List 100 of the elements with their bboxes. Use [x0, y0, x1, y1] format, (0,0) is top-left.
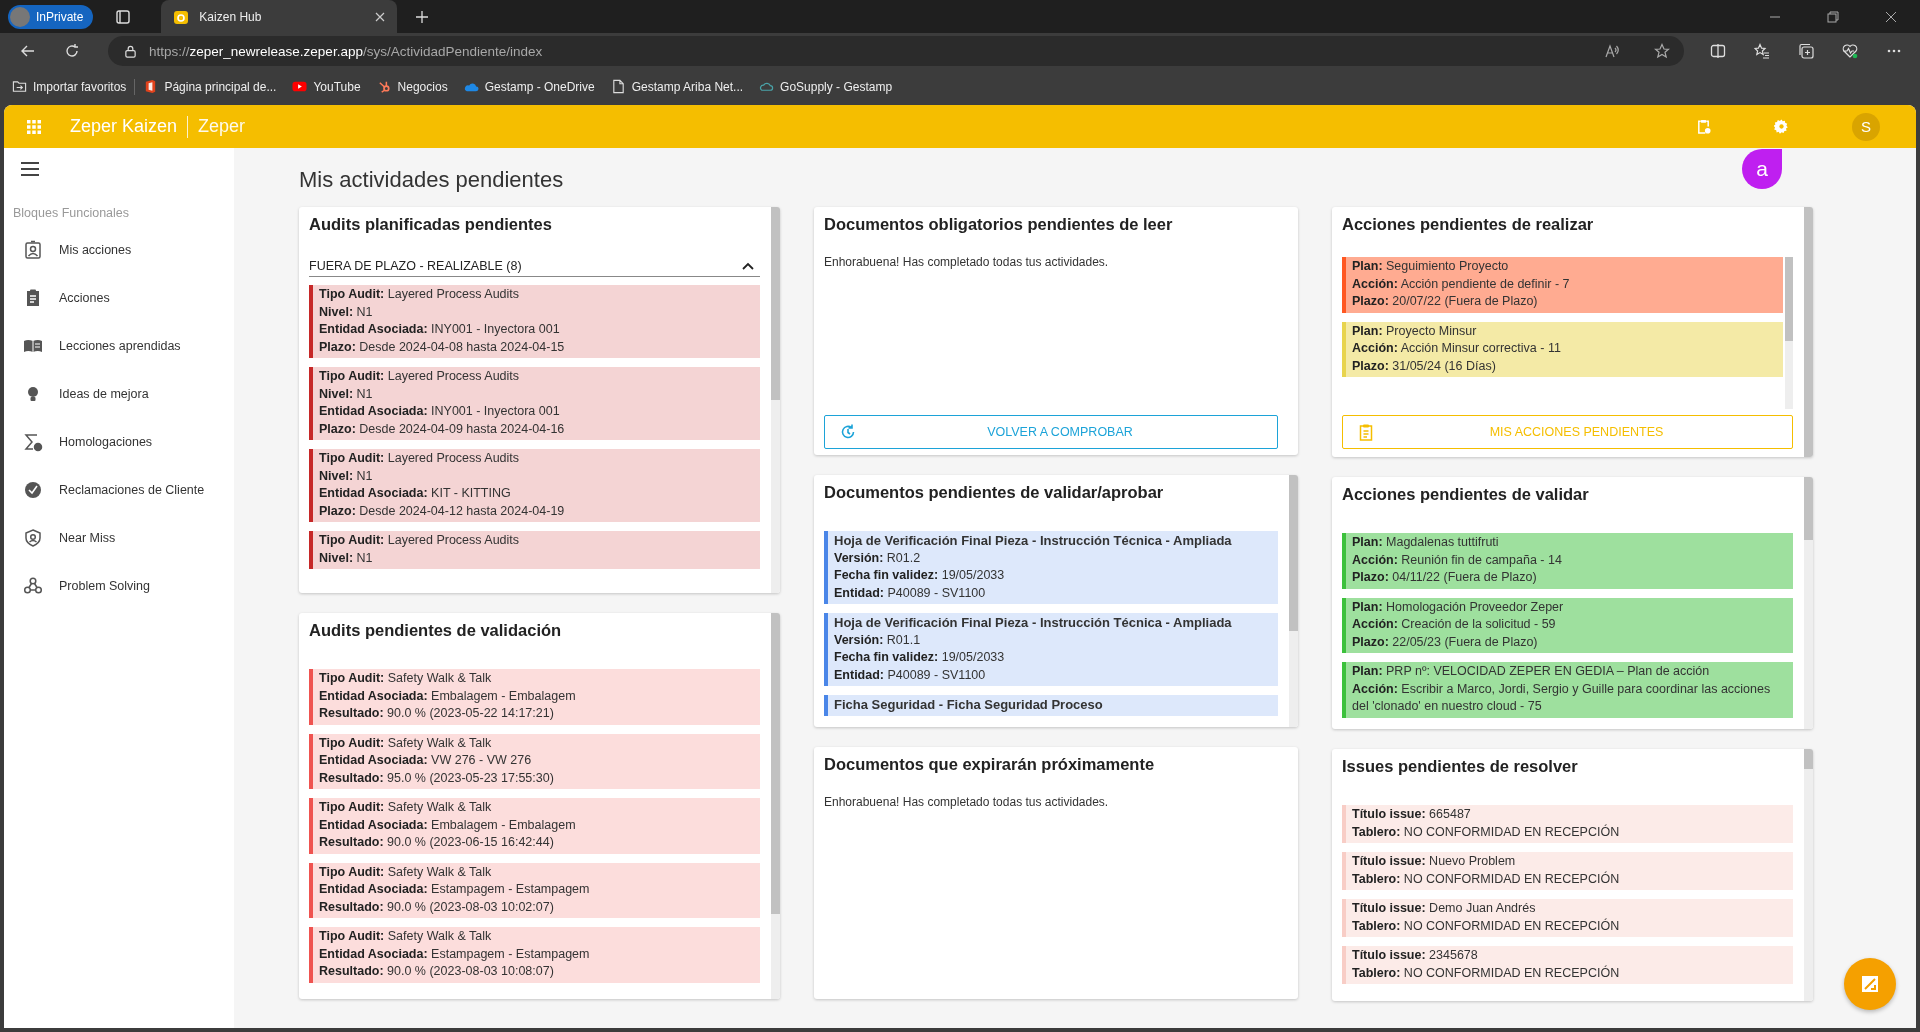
item-detail: Resultado: 90.0 % (2023-06-15 16:42:44) — [319, 834, 555, 851]
chevron-icon — [742, 262, 754, 270]
item-detail: Tipo Audit: Safety Walk & Talk — [319, 734, 493, 752]
scrollbar[interactable] — [771, 613, 780, 999]
browser-tab[interactable]: Kaizen Hub — [161, 0, 398, 33]
clipboard-icon[interactable] — [1696, 119, 1711, 134]
item-detail: Plazo: 20/07/22 (Fuera de Plazo) — [1352, 293, 1539, 310]
item-detail: Tablero: NO CONFORMIDAD EN RECEPCIÓN — [1352, 870, 1620, 888]
item-detail: Tipo Audit: Layered Process Audits — [319, 450, 521, 467]
item-detail: Plan: Proyecto Minsur — [1352, 322, 1478, 340]
activity-item[interactable]: Tipo Audit: Safety Walk & Talk Entidad Asociada: Embalagem - Embalagem Resultado: 90.0 % (2023-06-15 16:42:44) — [309, 798, 760, 854]
bookmark-link[interactable]: Importar favoritos — [12, 79, 127, 94]
scrollbar[interactable] — [1785, 257, 1793, 409]
item-detail: Versión: R01.1 — [834, 631, 922, 649]
bookmark-link[interactable]: YouTube — [292, 79, 361, 94]
sidebar-item[interactable]: Lecciones aprendidas — [4, 322, 234, 370]
activity-item[interactable]: Plan: Proyecto Minsur Acción: Acción Minsur correctiva - 11 Plazo: 31/05/24 (16 Días) — [1342, 321, 1783, 377]
item-detail: Tablero: NO CONFORMIDAD EN RECEPCIÓN — [1352, 964, 1620, 982]
item-detail: Plazo: Desde 2024-04-08 hasta 2024-04-15 — [319, 338, 565, 356]
activity-item[interactable]: Plan: PRP nº: VELOCIDAD ZEPER EN GEDIA – Plan de acción Acción: Escribir a Marco, Jordi, Sergio y Guille para coordinar las acciones del 'clonado' en nuestro cloud - 75 — [1342, 662, 1793, 718]
sidebar-item[interactable]: Homologaciones — [4, 418, 234, 466]
scrollbar[interactable] — [1289, 475, 1298, 727]
sidebar-item[interactable]: Ideas de mejora — [4, 370, 234, 418]
document-title: Hoja de Verificación Final Pieza - Instrucción Técnica - Ampliada — [834, 614, 1232, 632]
sidebar-item[interactable]: Mis acciones — [4, 226, 234, 274]
sigma-check-icon — [23, 432, 43, 452]
shield-person-icon — [23, 528, 43, 548]
sidebar-item[interactable]: Acciones — [4, 274, 234, 322]
item-detail: Título issue: 2345678 — [1352, 947, 1479, 964]
annotation-marker: a — [1742, 149, 1782, 189]
item-detail: Acción: Creación de la solicitud - 59 — [1352, 616, 1557, 633]
tab-actions-icon[interactable] — [115, 8, 132, 25]
activity-item[interactable]: Tipo Audit: Safety Walk & Talk Entidad Asociada: Embalagem - Embalagem Resultado: 90.0 % (2023-05-22 14:17:21) — [309, 669, 760, 725]
activity-item[interactable]: Título issue: 2345678 Tablero: NO CONFORMIDAD EN RECEPCIÓN — [1342, 946, 1793, 984]
activity-item[interactable]: Tipo Audit: Safety Walk & Talk Entidad Asociada: Estampagem - Estampagem Resultado: 90.0 % (2023-08-03 10:08:07) — [309, 927, 760, 983]
activity-item[interactable]: Plan: Magdalenas tuttifruti Acción: Reunión fin de campaña - 14 Plazo: 04/11/22 (Fuera de Plazo) — [1342, 533, 1793, 589]
item-detail: Título issue: 665487 — [1352, 806, 1472, 823]
item-detail: Tipo Audit: Layered Process Audits — [319, 368, 521, 385]
close-icon[interactable] — [1885, 10, 1897, 23]
reload-icon[interactable] — [64, 43, 80, 59]
company-name: Zeper — [198, 116, 246, 137]
activity-item[interactable]: Título issue: Demo Juan Andrés Tablero: NO CONFORMIDAD EN RECEPCIÓN — [1342, 899, 1793, 937]
activity-item[interactable]: Hoja de Verificación Final Pieza - Instrucción Técnica - Ampliada Versión: R01.2 Fecha fin validez: 19/05/2033 Entidad: P40089 - SV1100 — [824, 531, 1278, 604]
activity-item[interactable]: Hoja de Verificación Final Pieza - Instrucción Técnica - Ampliada Versión: R01.1 Fecha fin validez: 19/05/2033 Entidad: P40089 - SV1100 — [824, 613, 1278, 686]
item-detail: Tablero: NO CONFORMIDAD EN RECEPCIÓN — [1352, 917, 1620, 935]
card-title: Acciones pendientes de realizar — [1342, 215, 1595, 234]
activity-item[interactable]: Plan: Homologación Proveedor Zeper Acción: Creación de la solicitud - 59 Plazo: 22/05/23 (Fuera de Plazo) — [1342, 597, 1793, 653]
bookmark-link[interactable]: GoSupply - Gestamp — [759, 79, 893, 94]
bookmark-link[interactable]: Gestamp - OneDrive — [463, 79, 595, 94]
item-detail: Fecha fin validez: 19/05/2033 — [834, 567, 1006, 584]
activity-item[interactable]: Título issue: Nuevo Problem Tablero: NO CONFORMIDAD EN RECEPCIÓN — [1342, 852, 1793, 890]
activity-item[interactable]: Ficha Seguridad - Ficha Seguridad Proceso — [824, 695, 1278, 716]
activity-item[interactable]: Plan: Seguimiento Proyecto Acción: Acción pendiente de definir - 7 Plazo: 20/07/22 (Fuera de Plazo) — [1342, 257, 1783, 313]
profile-icon — [10, 6, 30, 27]
split-screen-icon[interactable] — [1710, 43, 1726, 59]
item-detail: Versión: R01.2 — [834, 549, 922, 567]
scrollbar[interactable] — [1804, 207, 1813, 457]
restore-icon[interactable] — [1827, 10, 1839, 23]
scrollbar[interactable] — [771, 207, 780, 593]
url-text: https://zeper_newrelease.zeper.app/sys/ActividadPendiente/index — [149, 43, 543, 59]
bookmark-link[interactable]: Negocios — [376, 79, 448, 94]
item-detail: Plazo: 04/11/22 (Fuera de Plazo) — [1352, 569, 1538, 586]
scrollbar[interactable] — [1804, 749, 1813, 1001]
activity-item[interactable]: Tipo Audit: Layered Process Audits Nivel: N1 Entidad Asociada: INY001 - Inyectora 001 Plazo: Desde 2024-04-09 hasta 2024-04-16 — [309, 367, 760, 440]
item-detail: Nivel: N1 — [319, 303, 374, 321]
item-detail: Entidad Asociada: VW 276 - VW 276 — [319, 752, 533, 769]
check-circle-icon — [23, 480, 43, 500]
item-detail: Entidad Asociada: Embalagem - Embalagem — [319, 687, 576, 705]
sidebar-item[interactable]: Problem Solving — [4, 562, 234, 610]
star-icon[interactable] — [1654, 43, 1670, 59]
read-aloud-icon[interactable] — [1604, 43, 1620, 59]
bookmark-link[interactable]: Página principal de... — [143, 79, 277, 94]
health-icon[interactable] — [1842, 43, 1858, 59]
card-title: Acciones pendientes de validar — [1342, 485, 1590, 504]
empty-message: Enhorabuena! Has completado todas tus actividades. — [824, 795, 1110, 809]
activity-item[interactable]: Tipo Audit: Layered Process Audits Nivel: N1 — [309, 531, 760, 569]
item-detail: Resultado: 90.0 % (2023-08-03 10:08:07) — [319, 963, 555, 980]
activity-item[interactable]: Tipo Audit: Safety Walk & Talk Entidad Asociada: VW 276 - VW 276 Resultado: 95.0 % (2023-05-23 17:55:30) — [309, 733, 760, 789]
sidebar-item[interactable]: Near Miss — [4, 514, 234, 562]
item-detail: Entidad Asociada: KIT - KITTING — [319, 485, 512, 502]
item-detail: Tipo Audit: Safety Walk & Talk — [319, 928, 493, 945]
bookmark-link[interactable]: Gestamp Ariba Net... — [610, 79, 744, 94]
scrollbar[interactable] — [1804, 477, 1813, 729]
activity-item[interactable]: Tipo Audit: Layered Process Audits Nivel: N1 Entidad Asociada: INY001 - Inyectora 001 Plazo: Desde 2024-04-08 hasta 2024-04-15 — [309, 285, 760, 358]
activity-item[interactable]: Título issue: 665487 Tablero: NO CONFORMIDAD EN RECEPCIÓN — [1342, 805, 1793, 843]
new-tab-icon[interactable] — [415, 9, 430, 24]
activity-item[interactable]: Tipo Audit: Layered Process Audits Nivel: N1 Entidad Asociada: KIT - KITTING Plazo: Desde 2024-04-12 hasta 2024-04-19 — [309, 449, 760, 522]
close-icon[interactable] — [375, 11, 386, 22]
collections-icon[interactable] — [1798, 43, 1814, 59]
item-detail: Nivel: N1 — [319, 549, 374, 567]
address-bar[interactable]: https://zeper_newrelease.zeper.app/sys/ActividadPendiente/index — [108, 36, 1684, 66]
card-title: Audits pendientes de validación — [309, 621, 563, 640]
group-header[interactable]: FUERA DE PLAZO - REALIZABLE (8) — [309, 253, 760, 277]
inprivate-badge[interactable]: InPrivate — [8, 4, 94, 29]
sidebar-item[interactable]: Reclamaciones de Cliente — [4, 466, 234, 514]
back-icon[interactable] — [20, 43, 36, 59]
activity-item[interactable]: Tipo Audit: Safety Walk & Talk Entidad Asociada: Estampagem - Estampagem Resultado: 90.0 % (2023-08-03 10:02:07) — [309, 862, 760, 918]
favorites-icon[interactable] — [1754, 43, 1770, 59]
card-title: Issues pendientes de resolver — [1342, 757, 1579, 776]
menu-icon[interactable] — [21, 162, 39, 176]
